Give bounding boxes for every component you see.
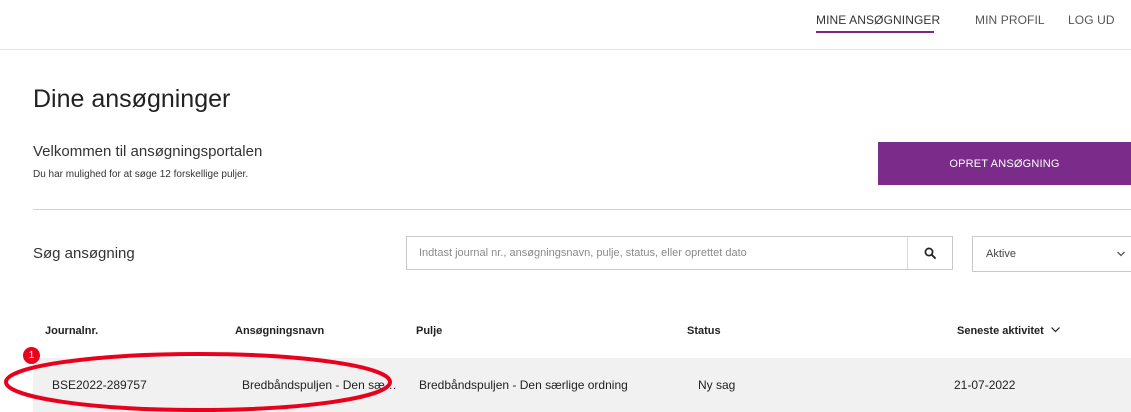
status-filter-select[interactable]: Aktive <box>972 236 1131 272</box>
status-filter-value: Aktive <box>986 248 1016 260</box>
column-header-activity-label: Seneste aktivitet <box>957 325 1044 337</box>
column-header-latest-activity[interactable]: Seneste aktivitet <box>957 325 1061 337</box>
section-divider <box>33 209 1131 210</box>
nav-mine-ansogninger[interactable]: MINE ANSØGNINGER <box>816 13 940 27</box>
column-header-journal: Journalnr. <box>45 325 99 337</box>
chevron-down-icon <box>1117 251 1125 257</box>
top-navigation: MINE ANSØGNINGER MIN PROFIL LOG UD <box>0 0 1131 50</box>
page-title: Dine ansøgninger <box>33 85 231 113</box>
row-latest-activity: 21-07-2022 <box>954 378 1016 392</box>
row-application-name[interactable]: Bredbåndspuljen - Den sæ… <box>242 378 397 392</box>
row-status: Ny sag <box>698 378 736 392</box>
nav-log-ud[interactable]: LOG UD <box>1068 13 1115 27</box>
create-application-button[interactable]: OPRET ANSØGNING <box>878 142 1131 185</box>
row-journal-number[interactable]: BSE2022-289757 <box>52 378 147 392</box>
search-input[interactable] <box>407 237 904 269</box>
search-button[interactable] <box>908 237 952 269</box>
row-pool: Bredbåndspuljen - Den særlige ordning <box>419 378 628 392</box>
active-nav-indicator <box>816 31 934 33</box>
column-header-pool: Pulje <box>416 325 443 337</box>
column-header-name: Ansøgningsnavn <box>235 325 325 337</box>
nav-min-profil[interactable]: MIN PROFIL <box>975 13 1045 27</box>
search-label: Søg ansøgning <box>33 245 135 262</box>
column-header-status: Status <box>687 325 721 337</box>
welcome-heading: Velkommen til ansøgningsportalen <box>33 143 263 160</box>
search-box <box>406 236 953 270</box>
chevron-down-icon <box>1050 327 1060 333</box>
annotation-badge: 1 <box>23 347 40 364</box>
search-icon <box>924 247 936 259</box>
welcome-subtext: Du har mulighed for at søge 12 forskelli… <box>33 169 249 180</box>
